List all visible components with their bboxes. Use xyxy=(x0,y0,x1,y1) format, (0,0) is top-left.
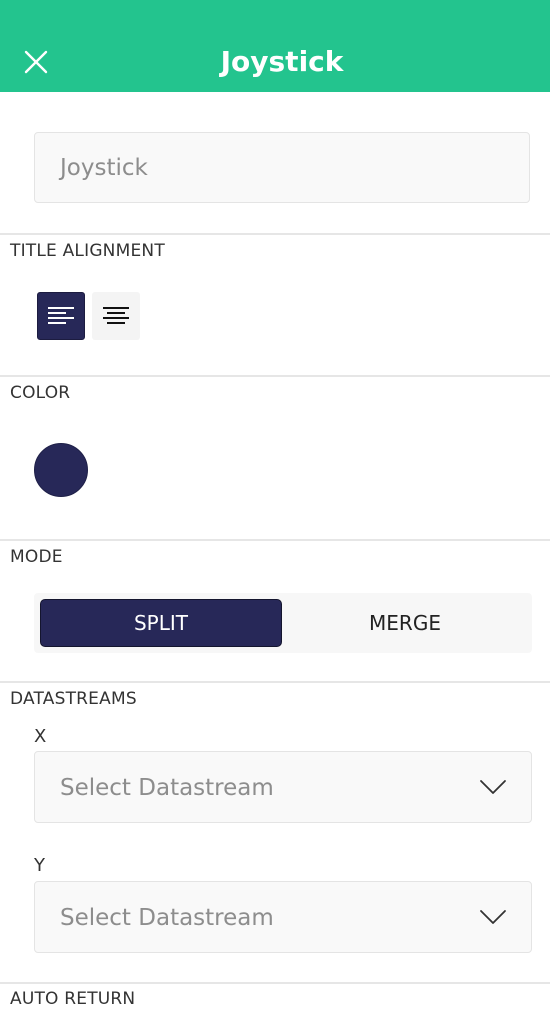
align-center-icon xyxy=(103,307,129,324)
section-divider xyxy=(0,375,550,377)
title-alignment-label: TITLE ALIGNMENT xyxy=(10,241,165,261)
color-picker-swatch[interactable] xyxy=(34,443,88,497)
chevron-down-icon xyxy=(480,780,506,794)
y-datastream-placeholder: Select Datastream xyxy=(60,905,274,931)
align-left-button[interactable] xyxy=(37,292,85,340)
auto-return-label: AUTO RETURN xyxy=(10,989,136,1009)
align-center-button[interactable] xyxy=(92,292,140,340)
widget-name-input[interactable]: Joystick xyxy=(34,132,530,203)
y-datastream-select[interactable]: Select Datastream xyxy=(34,881,532,953)
x-datastream-placeholder: Select Datastream xyxy=(60,775,274,801)
x-datastream-select[interactable]: Select Datastream xyxy=(34,751,532,823)
section-divider xyxy=(0,681,550,683)
section-divider xyxy=(0,233,550,235)
mode-label: MODE xyxy=(10,547,63,567)
widget-name-value: Joystick xyxy=(60,155,148,181)
page-title: Joystick xyxy=(220,45,344,78)
header-bar: Joystick xyxy=(0,0,550,92)
section-divider xyxy=(0,982,550,984)
mode-split-button[interactable]: SPLIT xyxy=(40,599,282,647)
align-left-icon xyxy=(48,307,74,324)
y-axis-label: Y xyxy=(34,855,45,876)
section-divider xyxy=(0,539,550,541)
mode-merge-button[interactable]: MERGE xyxy=(284,599,526,647)
chevron-down-icon xyxy=(480,910,506,924)
x-axis-label: X xyxy=(34,726,47,747)
datastreams-label: DATASTREAMS xyxy=(10,689,137,709)
color-label: COLOR xyxy=(10,383,71,403)
